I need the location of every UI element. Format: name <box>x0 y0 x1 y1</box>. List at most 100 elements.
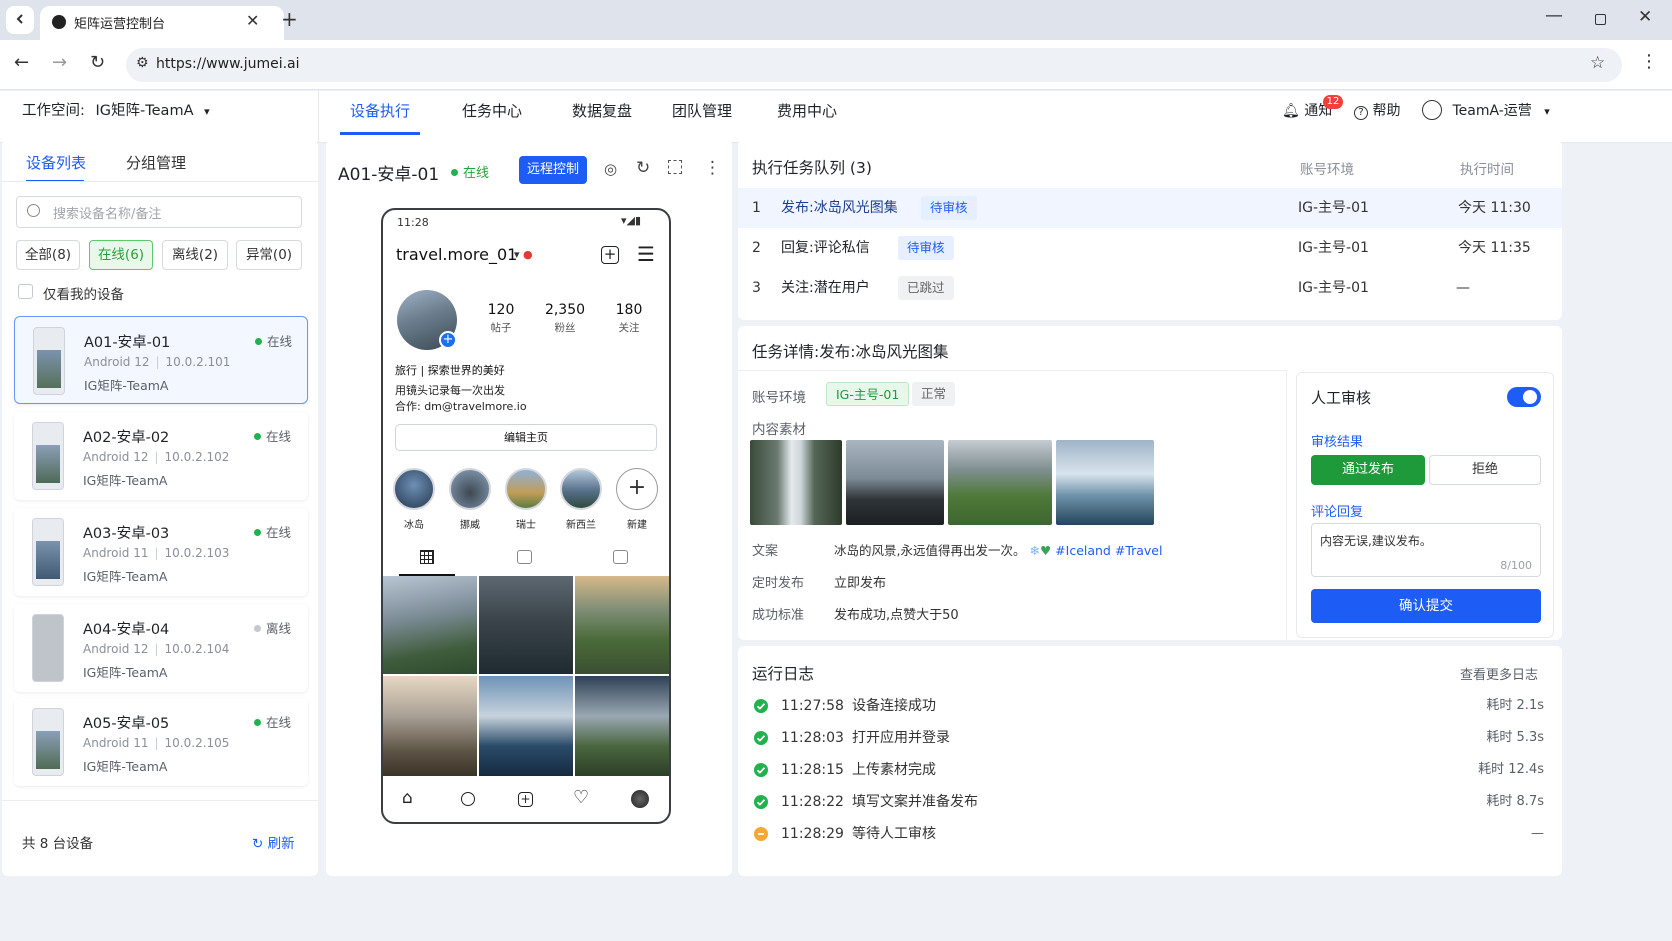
tab-device-exec[interactable]: 设备执行 <box>330 85 430 137</box>
tab-task-center[interactable]: 任务中心 <box>450 85 534 137</box>
highlight-switzerland[interactable]: 瑞士 <box>505 468 547 531</box>
post-thumb-1[interactable] <box>383 576 477 674</box>
device-meta: Android 11 | 10.0.2.103 <box>83 546 230 560</box>
detail-title: 任务详情:发布:冰岛风光图集 <box>752 343 949 361</box>
forward-icon[interactable]: → <box>52 52 67 73</box>
tab-team-manage[interactable]: 团队管理 <box>660 85 744 137</box>
queue-row[interactable]: 3 关注:潜在用户 已跳过 IG-主号-01 — <box>738 268 1562 308</box>
browser-tab[interactable]: 矩阵运营控制台 ✕ <box>40 6 284 40</box>
account-switch-icon[interactable]: ▾ ● <box>514 248 533 261</box>
remote-control-button[interactable]: 远程控制 <box>519 156 587 184</box>
post-thumb-6[interactable] <box>575 676 669 776</box>
review-comment-input[interactable]: 内容无误,建议发布。 8/100 <box>1311 523 1541 577</box>
highlight-cover <box>393 468 435 510</box>
grid-icon[interactable] <box>420 550 434 564</box>
post-thumb-4[interactable] <box>383 676 477 776</box>
post-thumb-5[interactable] <box>479 676 573 776</box>
success-check-icon <box>754 795 768 809</box>
material-image-waterfall[interactable] <box>750 440 842 525</box>
material-image-blackbeach[interactable] <box>846 440 944 525</box>
browser-menu-icon[interactable]: ⋮ <box>1640 51 1658 72</box>
view-more-logs-link[interactable]: 查看更多日志 <box>1460 664 1538 683</box>
device-card-a05[interactable]: A05-安卓-05 Android 11 | 10.0.2.105 IG矩阵-Tea… <box>14 698 308 786</box>
highlight-new[interactable]: + 新建 <box>616 468 658 531</box>
device-card-a04[interactable]: A04-安卓-04 Android 12 | 10.0.2.104 IG矩阵-Tea… <box>14 604 308 692</box>
reject-button[interactable]: 拒绝 <box>1429 455 1541 485</box>
menu-icon[interactable]: ☰ <box>637 242 655 266</box>
filter-error[interactable]: 异常(0) <box>236 240 302 270</box>
detail-schedule-value: 立即发布 <box>834 576 887 591</box>
confirm-submit-button[interactable]: 确认提交 <box>1311 589 1541 623</box>
workspace-selector[interactable]: 工作空间: IG矩阵-TeamA ▾ <box>22 91 210 143</box>
stat-posts: 120 帖子 <box>479 302 523 335</box>
filter-all[interactable]: 全部(8) <box>16 240 80 270</box>
only-mine-checkbox[interactable] <box>18 284 33 299</box>
rotate-icon[interactable]: ↻ <box>636 158 650 178</box>
refresh-button[interactable]: ↻ 刷新 <box>252 832 295 852</box>
help-button[interactable]: ? 帮助 <box>1354 91 1400 131</box>
queue-row[interactable]: 2 回复:评论私信 待审核 IG-主号-01 今天 11:35 <box>738 228 1562 268</box>
device-card-a01[interactable]: A01-安卓-01 Android 12 | 10.0.2.101 IG矩阵-Tea… <box>14 316 308 404</box>
stat-label: 关注 <box>618 322 640 334</box>
site-settings-icon[interactable]: ⚙ <box>136 55 149 71</box>
device-status: 离线 <box>254 618 291 637</box>
help-icon: ? <box>1354 106 1368 120</box>
post-thumb-3[interactable] <box>575 576 669 674</box>
log-cost: 耗时 2.1s <box>1486 698 1544 713</box>
review-toggle[interactable] <box>1507 387 1541 407</box>
close-tab-icon[interactable]: ✕ <box>246 11 259 30</box>
approve-button[interactable]: 通过发布 <box>1311 455 1425 485</box>
heart-icon[interactable]: ♡ <box>573 787 589 808</box>
star-icon[interactable]: ☆ <box>1590 53 1605 73</box>
minimize-icon[interactable]: — <box>1545 5 1563 26</box>
material-image-church[interactable] <box>948 440 1052 525</box>
post-thumb-2[interactable] <box>479 576 573 674</box>
edit-profile-button[interactable]: 编辑主页 <box>395 424 657 451</box>
highlight-iceland[interactable]: 冰岛 <box>393 468 435 531</box>
restore-icon[interactable] <box>1595 14 1606 25</box>
run-log-panel: 运行日志 查看更多日志 11:27:58 设备连接成功 耗时 2.1s 11:2… <box>738 646 1562 876</box>
tab-favicon <box>52 15 66 29</box>
more-icon[interactable]: ⋮ <box>704 158 721 178</box>
new-tab-icon[interactable]: + <box>281 7 298 31</box>
back-icon[interactable]: ← <box>14 52 29 73</box>
tab-data-review[interactable]: 数据复盘 <box>560 85 644 137</box>
queue-account: IG-主号-01 <box>1298 240 1369 256</box>
queue-account: IG-主号-01 <box>1298 200 1369 216</box>
highlight-norway[interactable]: 挪威 <box>449 468 491 531</box>
phone-frame[interactable]: 11:28 ▾◢▮ travel.more_01 ▾ ● + ☰ + 120 帖… <box>381 208 671 824</box>
new-post-icon[interactable]: + <box>601 246 619 264</box>
tab-billing[interactable]: 费用中心 <box>765 85 849 137</box>
queue-row[interactable]: 1 发布:冰岛风光图集 待审核 IG-主号-01 今天 11:30 <box>738 188 1562 228</box>
profile-bio-line2: 用镜头记录每一次出发 <box>395 384 505 397</box>
tab-group-manage[interactable]: 分组管理 <box>126 152 186 173</box>
create-icon[interactable]: + <box>518 792 533 807</box>
device-search-input[interactable]: 搜索设备名称/备注 <box>16 196 302 228</box>
device-card-a02[interactable]: A02-安卓-02 Android 12 | 10.0.2.102 IG矩阵-Tea… <box>14 412 308 500</box>
url-field[interactable]: ⚙ https://www.jumei.ai ☆ <box>126 48 1622 82</box>
home-icon[interactable]: ⌂ <box>402 788 413 808</box>
detail-account-state: 正常 <box>912 382 956 406</box>
screenshot-icon[interactable]: ◎ <box>604 160 617 178</box>
tab-device-list[interactable]: 设备列表 <box>26 152 86 173</box>
log-text: 打开应用并登录 <box>852 730 950 746</box>
filter-offline[interactable]: 离线(2) <box>162 240 228 270</box>
close-window-icon[interactable]: ✕ <box>1638 7 1652 27</box>
user-menu[interactable]: TeamA-运营 ▾ <box>1422 91 1550 131</box>
add-story-icon[interactable]: + <box>439 331 457 349</box>
device-card-a03[interactable]: A03-安卓-03 Android 11 | 10.0.2.103 IG矩阵-Tea… <box>14 508 308 596</box>
fullscreen-icon[interactable] <box>668 160 682 174</box>
detail-copy-text: 冰岛的风景,永远值得再出发一次。 ❄♥ #Iceland #Travel <box>834 543 1163 558</box>
tab-search-button[interactable] <box>6 6 34 34</box>
reload-icon[interactable]: ↻ <box>90 52 105 73</box>
material-image-glacier[interactable] <box>1056 440 1154 525</box>
tagged-icon[interactable] <box>613 550 628 564</box>
queue-time: — <box>1456 280 1470 296</box>
filter-online[interactable]: 在线(6) <box>89 240 153 270</box>
detail-copy-hashtags: #Iceland #Travel <box>1055 543 1163 558</box>
search-icon[interactable] <box>461 792 475 806</box>
profile-icon[interactable] <box>631 790 649 808</box>
highlight-new-zealand[interactable]: 新西兰 <box>560 468 602 531</box>
stat-value: 120 <box>487 302 515 318</box>
reels-icon[interactable] <box>517 550 532 564</box>
